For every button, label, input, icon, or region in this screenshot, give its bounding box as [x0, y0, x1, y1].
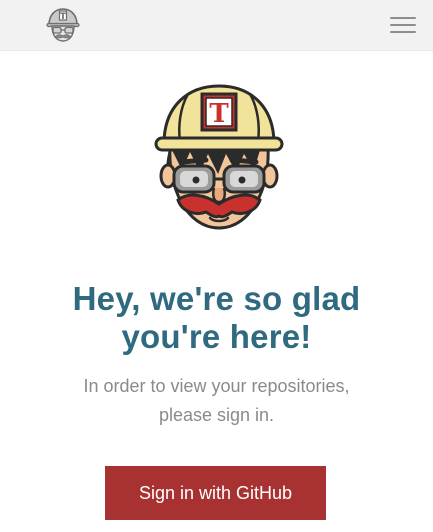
- top-navigation-bar: T: [0, 0, 433, 51]
- svg-text:T: T: [209, 99, 229, 129]
- travis-logo-icon[interactable]: T: [43, 5, 83, 45]
- hamburger-menu-icon[interactable]: [390, 16, 416, 36]
- page-title: Hey, we're so glad you're here!: [0, 280, 433, 356]
- instructions-line-2: please sign in.: [158, 405, 275, 425]
- sign-in-instructions: In order to view your repositories, plea…: [0, 372, 433, 430]
- headline-line-1: Hey, we're so glad: [72, 280, 361, 317]
- headline-line-2: you're here!: [121, 318, 312, 355]
- svg-text:T: T: [60, 12, 67, 22]
- instructions-line-1: In order to view your repositories,: [83, 376, 350, 396]
- travis-mascot-icon: T: [148, 82, 290, 232]
- sign-in-with-github-button[interactable]: Sign in with GitHub: [105, 466, 326, 520]
